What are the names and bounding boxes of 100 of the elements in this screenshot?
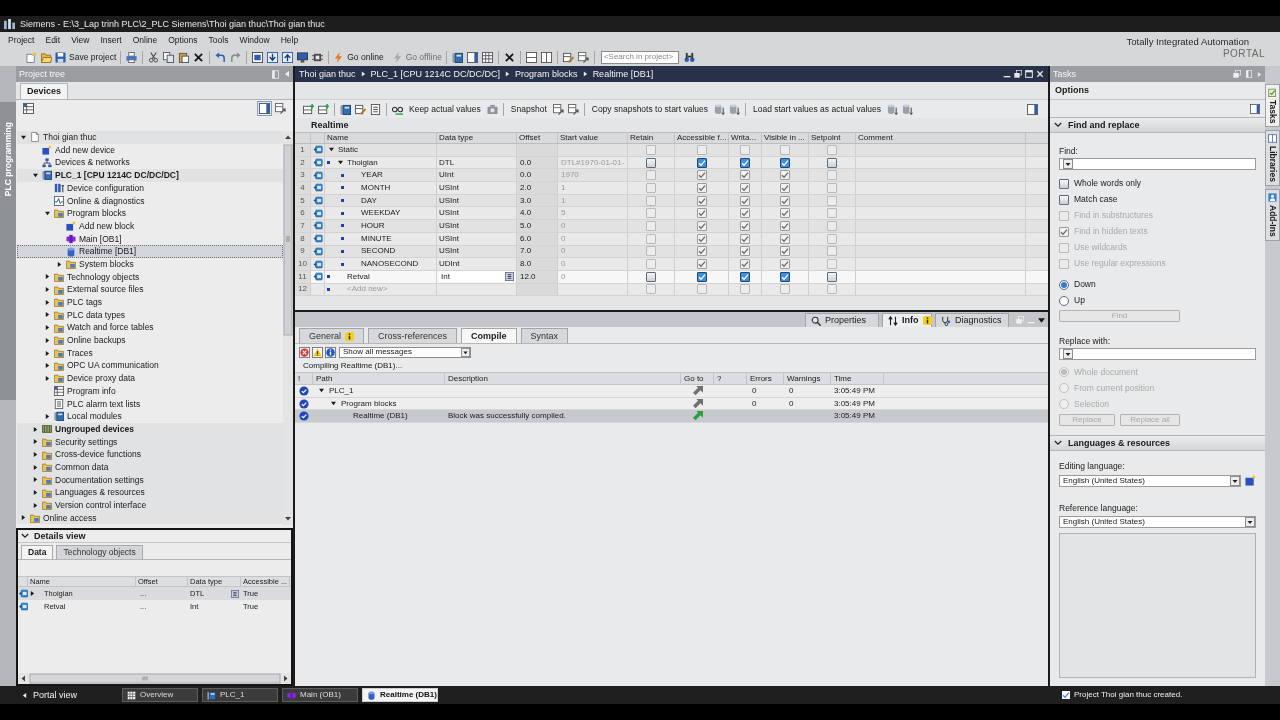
cylinder-arrow-icon[interactable] xyxy=(887,103,899,115)
caret-down-icon[interactable] xyxy=(1038,316,1045,324)
tree-item[interactable]: PLC tags xyxy=(17,295,283,309)
menu-item[interactable]: Online xyxy=(128,33,162,47)
table-plus-icon[interactable] xyxy=(318,103,329,115)
caret-right-icon[interactable] xyxy=(44,363,50,369)
binoculars-icon[interactable] xyxy=(683,51,695,63)
section-header[interactable]: Languages & resources xyxy=(1050,435,1265,451)
editor-tab[interactable]: Main (OB1) xyxy=(282,688,358,702)
caret-right-icon[interactable] xyxy=(44,375,50,381)
tree-item[interactable]: Program info xyxy=(17,384,283,398)
caret-down-icon[interactable] xyxy=(330,401,336,407)
chevron-down-icon[interactable] xyxy=(1054,439,1062,447)
language-dropdown[interactable]: English (United States) xyxy=(1059,474,1241,487)
breadcrumb-link[interactable]: Thoi gian thuc xyxy=(299,69,356,79)
monitor-icon[interactable] xyxy=(297,51,309,63)
error-filter-icon[interactable] xyxy=(299,346,310,358)
cylinder-arrow-icon[interactable] xyxy=(729,103,740,115)
chevron-down-icon[interactable] xyxy=(1054,121,1062,129)
tree-item[interactable]: Online backups xyxy=(17,334,283,347)
tree-item[interactable]: Devices & networks xyxy=(17,156,283,170)
table-plus-icon[interactable] xyxy=(303,103,314,115)
caret-down-icon[interactable] xyxy=(44,210,50,216)
tree-item[interactable]: Traces xyxy=(17,346,283,360)
info-filter-icon[interactable] xyxy=(325,346,336,358)
open-folder-icon[interactable] xyxy=(41,51,52,63)
module-icon[interactable] xyxy=(340,103,351,115)
table-icon[interactable] xyxy=(23,103,34,114)
panel-icon[interactable] xyxy=(259,103,270,114)
side-tab[interactable]: Libraries xyxy=(1265,130,1280,187)
warning-filter-icon[interactable] xyxy=(312,346,323,358)
cylinder-arrow-icon[interactable] xyxy=(902,103,914,115)
tree-item[interactable]: Thoi gian thuc xyxy=(17,131,283,144)
horizontal-scrollbar[interactable] xyxy=(18,673,291,684)
new-document-icon[interactable] xyxy=(26,51,37,63)
inspector-subtab[interactable]: Compile xyxy=(461,328,517,343)
tree-item[interactable]: PLC_1 [CPU 1214C DC/DC/DC] xyxy=(17,169,283,182)
caret-right-icon[interactable] xyxy=(32,439,38,445)
caret-right-icon[interactable] xyxy=(44,312,50,318)
upload-icon[interactable] xyxy=(282,51,294,63)
sparkle-box-icon[interactable] xyxy=(1245,475,1256,486)
caret-down-icon[interactable] xyxy=(20,134,26,140)
type-picker-icon[interactable] xyxy=(231,589,239,598)
tree-item[interactable]: Device configuration xyxy=(17,181,283,195)
caret-right-icon[interactable] xyxy=(32,490,38,496)
radio-button[interactable] xyxy=(1059,279,1069,290)
editor-tab[interactable]: Realtime (DB1) xyxy=(362,688,438,702)
breadcrumb-link[interactable]: Realtime [DB1] xyxy=(592,69,654,79)
inspector-tab[interactable]: Info xyxy=(882,313,932,327)
editor-tab[interactable]: Overview xyxy=(122,688,198,702)
delete-icon[interactable] xyxy=(503,51,515,63)
tree-item[interactable]: Cross-device functions xyxy=(17,448,283,461)
tree-item[interactable]: Watch and force tables xyxy=(17,321,283,334)
tree-item[interactable]: Realtime [DB1] xyxy=(17,245,283,258)
tree-item[interactable]: Online & diagnostics xyxy=(17,194,283,208)
menu-item[interactable]: Tools xyxy=(204,33,233,47)
caret-right-icon[interactable] xyxy=(30,591,35,596)
restore-icon[interactable] xyxy=(1014,70,1022,78)
save-project-button[interactable]: Save project xyxy=(54,49,118,65)
download-icon[interactable] xyxy=(267,51,279,63)
search-field[interactable]: <Search in project> xyxy=(600,50,679,64)
menu-item[interactable]: View xyxy=(67,33,94,47)
copy-icon[interactable] xyxy=(163,51,175,63)
language-dropdown[interactable]: English (United States) xyxy=(1059,516,1256,528)
menu-item[interactable]: Insert xyxy=(96,33,126,47)
scissors-icon[interactable] xyxy=(148,51,160,63)
caret-right-icon[interactable] xyxy=(20,515,26,521)
side-tab[interactable]: Tasks xyxy=(1265,84,1280,128)
caret-right-icon[interactable] xyxy=(32,452,38,458)
tree-item[interactable]: External source files xyxy=(17,283,283,296)
caret-right-icon[interactable] xyxy=(44,299,50,305)
maximize-icon[interactable] xyxy=(1025,70,1033,78)
panel-icon[interactable] xyxy=(1250,103,1260,114)
panel-tab[interactable]: Data xyxy=(21,545,54,559)
caret-right-icon[interactable] xyxy=(44,325,50,331)
module-icon[interactable] xyxy=(451,51,463,63)
caret-right-icon[interactable] xyxy=(44,337,50,343)
grid-icon[interactable] xyxy=(481,51,493,63)
checkbox[interactable] xyxy=(1059,178,1069,189)
inspector-tab[interactable]: Diagnostics xyxy=(935,313,1009,327)
menu-item[interactable]: Edit xyxy=(41,33,65,47)
inspector-subtab[interactable]: Syntax xyxy=(520,328,569,343)
cylinder-arrow-icon[interactable] xyxy=(714,103,725,115)
inspector-subtab[interactable]: Cross-references xyxy=(368,328,458,343)
table-row[interactable]: PLC_1 0 0 3:05:49 PM xyxy=(295,385,1048,398)
tree-item[interactable]: Add new device xyxy=(17,143,283,157)
table-pencil-icon[interactable] xyxy=(355,103,366,115)
replace-field[interactable] xyxy=(1059,348,1256,360)
tree-item[interactable]: PLC alarm text lists xyxy=(17,397,283,411)
panel-icon[interactable] xyxy=(466,51,478,63)
tree-item[interactable]: PLC data types xyxy=(17,308,283,322)
tree-item[interactable]: Program blocks xyxy=(17,207,283,220)
type-picker-icon[interactable] xyxy=(505,272,514,282)
section-header[interactable]: Details view xyxy=(18,530,291,543)
tree-item[interactable]: Add new block xyxy=(17,219,283,233)
find-field[interactable] xyxy=(1059,157,1256,170)
tree-item[interactable]: Main [OB1] xyxy=(17,232,283,246)
printer-icon[interactable] xyxy=(126,51,138,63)
portal-view-button[interactable]: Portal view xyxy=(22,688,114,702)
caret-right-icon[interactable] xyxy=(44,413,50,419)
